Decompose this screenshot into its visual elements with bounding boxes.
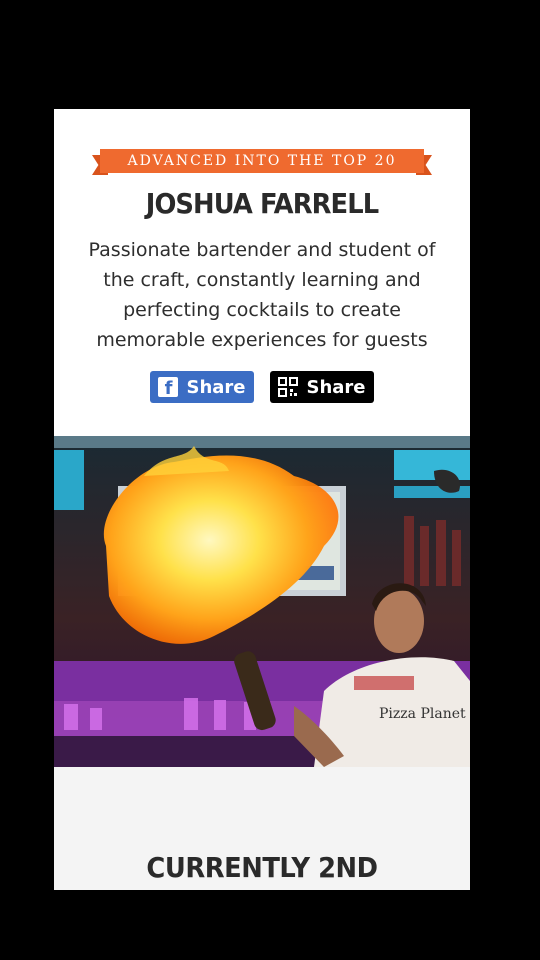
contestant-photo: Pizza Planet <box>54 436 470 767</box>
contestant-name: JOSHUA FARRELL <box>145 187 379 220</box>
facebook-share-button[interactable]: f Share <box>150 371 254 403</box>
share-row: f Share Share <box>54 371 470 403</box>
contestant-card: ADVANCED INTO THE TOP 20 JOSHUA FARRELL … <box>54 109 470 890</box>
shirt-print-text: Pizza Planet <box>379 706 466 722</box>
qr-share-button[interactable]: Share <box>270 371 374 403</box>
qr-share-label: Share <box>306 376 366 398</box>
top20-ribbon: ADVANCED INTO THE TOP 20 <box>92 149 432 181</box>
facebook-icon: f <box>158 377 179 397</box>
facebook-share-label: Share <box>186 376 246 398</box>
qr-code-icon <box>278 377 299 397</box>
standing-section: CURRENTLY 2ND <box>54 767 470 890</box>
ribbon-text: ADVANCED INTO THE TOP 20 <box>100 149 424 173</box>
contestant-bio: Passionate bartender and student of the … <box>88 239 436 351</box>
current-standing: CURRENTLY 2ND <box>146 851 378 884</box>
